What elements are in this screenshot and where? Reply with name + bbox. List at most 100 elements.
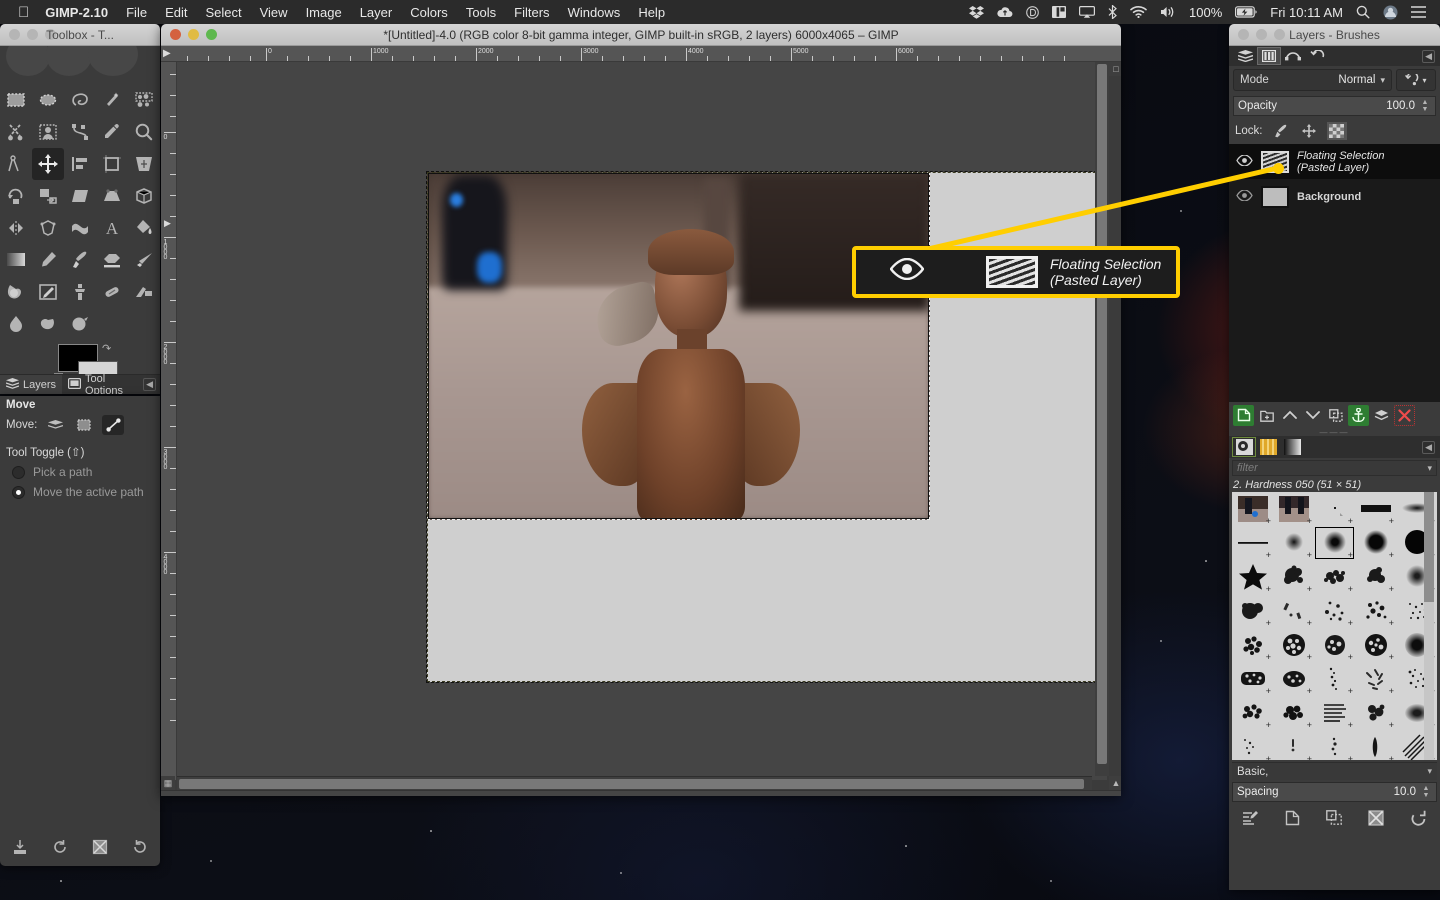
panels-icon[interactable] — [1052, 6, 1067, 18]
dock-collapse-button[interactable]: ◀ — [1422, 49, 1435, 63]
dock-separator-handle[interactable]: ——— — [1229, 428, 1440, 437]
menu-edit[interactable]: Edit — [165, 5, 187, 20]
brush-grunge-03[interactable]: + — [1314, 628, 1355, 662]
reset-tool-options-icon[interactable] — [132, 839, 148, 858]
brush-bristles-01[interactable]: + — [1232, 594, 1273, 628]
battery-charging-icon[interactable] — [1235, 6, 1257, 18]
brush-strokes-01[interactable]: + — [1355, 662, 1396, 696]
menu-select[interactable]: Select — [205, 5, 241, 20]
rect-select-tool[interactable] — [0, 84, 32, 116]
brush-acrylic-02[interactable]: + — [1314, 560, 1355, 594]
brush-grid[interactable]: + + + + + + + + + + + + + + + + + + + + … — [1232, 492, 1437, 760]
3d-transform-tool[interactable] — [128, 180, 160, 212]
pasted-image-layer[interactable] — [427, 172, 930, 520]
lower-layer-button[interactable] — [1302, 405, 1323, 426]
free-select-tool[interactable] — [64, 84, 96, 116]
hscroll-thumb[interactable] — [179, 779, 1084, 789]
lock-pixels-button[interactable] — [1271, 122, 1291, 140]
close-button[interactable] — [170, 29, 181, 40]
canvas-horizontal-scrollbar[interactable] — [177, 776, 1092, 790]
raise-layer-button[interactable] — [1279, 405, 1300, 426]
save-tool-preset-icon[interactable] — [12, 839, 28, 858]
minimize-button[interactable] — [188, 29, 199, 40]
menu-image[interactable]: Image — [306, 5, 342, 20]
menu-layer[interactable]: Layer — [360, 5, 393, 20]
volume-icon[interactable] — [1160, 6, 1176, 18]
move-tool[interactable] — [32, 148, 64, 180]
paths-tool[interactable] — [64, 116, 96, 148]
brush-hardness-050[interactable]: + — [1314, 526, 1355, 560]
swap-colors-icon[interactable]: ↷ — [102, 342, 111, 355]
brush-confetti[interactable]: + — [1314, 594, 1355, 628]
anchor-layer-button[interactable] — [1348, 404, 1369, 426]
crop-tool[interactable] — [96, 148, 128, 180]
brush-sparse-01[interactable]: + — [1232, 730, 1273, 760]
brush-vine-01[interactable]: + — [1314, 730, 1355, 760]
menu-colors[interactable]: Colors — [410, 5, 448, 20]
perspective-clone-tool[interactable] — [128, 276, 160, 308]
scissors-select-tool[interactable] — [0, 116, 32, 148]
brushes-tab[interactable] — [1232, 437, 1256, 457]
brush-pixel[interactable]: + — [1314, 492, 1355, 526]
shear-tool[interactable] — [64, 180, 96, 212]
edit-brush-icon[interactable] — [1242, 810, 1259, 829]
color-picker-tool[interactable] — [96, 116, 128, 148]
text-tool[interactable]: A — [96, 212, 128, 244]
lock-alpha-button[interactable] — [1326, 122, 1347, 140]
dock-tab-undo-history[interactable] — [1305, 47, 1329, 65]
move-the-active-path-radio[interactable]: Move the active path — [0, 482, 160, 502]
brush-acrylic-03[interactable]: + — [1355, 560, 1396, 594]
dodge-burn-tool[interactable] — [64, 308, 96, 340]
unit-selector[interactable]: px ▾ — [243, 795, 278, 796]
rotate-tool[interactable] — [0, 180, 32, 212]
new-layer-button[interactable] — [1233, 404, 1254, 426]
menu-view[interactable]: View — [260, 5, 288, 20]
restore-tool-preset-icon[interactable] — [52, 839, 68, 858]
bucket-fill-tool[interactable] — [128, 212, 160, 244]
foreground-select-tool[interactable] — [32, 116, 64, 148]
refresh-brushes-icon[interactable] — [1410, 810, 1427, 829]
paintbrush-tool[interactable] — [64, 244, 96, 276]
warp-transform-tool[interactable] — [64, 212, 96, 244]
move-path-button[interactable] — [102, 415, 125, 435]
brush-acrylic-01[interactable]: + — [1273, 560, 1314, 594]
brush-grunge-06[interactable]: + — [1355, 696, 1396, 730]
perspective-tool[interactable] — [96, 180, 128, 212]
brush-grunge-02[interactable]: + — [1273, 628, 1314, 662]
eraser-tool[interactable] — [96, 244, 128, 276]
opacity-slider[interactable]: Opacity 100.0 ▲ ▼ — [1233, 96, 1436, 116]
pick-a-path-radio[interactable]: Pick a path — [0, 462, 160, 482]
zoom-tool[interactable] — [128, 116, 160, 148]
measure-tool[interactable] — [0, 148, 32, 180]
brush-scroll-thumb[interactable] — [1424, 492, 1434, 602]
cage-transform-tool[interactable] — [32, 212, 64, 244]
airplay-icon[interactable] — [1079, 6, 1096, 18]
opacity-stepper[interactable]: ▲ ▼ — [1419, 99, 1431, 113]
tab-layers[interactable]: Layers — [0, 374, 63, 394]
brush-grunge-04[interactable]: + — [1355, 628, 1396, 662]
move-selection-button[interactable] — [73, 415, 95, 435]
fuzzy-select-tool[interactable] — [96, 84, 128, 116]
image-window-controls[interactable] — [170, 29, 217, 40]
brush-tag-selector[interactable]: Basic, ▾ — [1232, 762, 1437, 780]
horizontal-ruler[interactable]: 0 1000 2000 3000 4000 5000 6000 ▶ — [161, 46, 1121, 62]
menu-filters[interactable]: Filters — [514, 5, 549, 20]
mode-switch-button[interactable]: ▾ — [1396, 69, 1436, 91]
pencil-tool[interactable] — [32, 244, 64, 276]
menubar-app-name[interactable]: GIMP-2.10 — [45, 5, 108, 20]
heal-tool[interactable] — [96, 276, 128, 308]
layer-list[interactable]: Floating Selection (Pasted Layer) Backgr… — [1229, 144, 1440, 402]
apple-menu-icon[interactable]:  — [18, 5, 29, 20]
new-brush-icon[interactable] — [1285, 810, 1300, 829]
delete-tool-preset-icon[interactable] — [92, 839, 108, 858]
mypaint-brush-tool[interactable] — [32, 276, 64, 308]
dock-tab-layers[interactable] — [1233, 47, 1257, 65]
brush-dots-01[interactable]: + — [1314, 662, 1355, 696]
flip-tool[interactable] — [0, 212, 32, 244]
eye-visibility-icon[interactable] — [1235, 189, 1253, 204]
toolbox-titlebar[interactable]: Toolbox - T... — [0, 24, 160, 46]
brush-filter-input[interactable]: filter ▾ — [1232, 460, 1437, 476]
brush-block-01[interactable]: + — [1355, 492, 1396, 526]
zoom-button[interactable] — [206, 29, 217, 40]
brush-sparse-02[interactable]: + — [1273, 730, 1314, 760]
